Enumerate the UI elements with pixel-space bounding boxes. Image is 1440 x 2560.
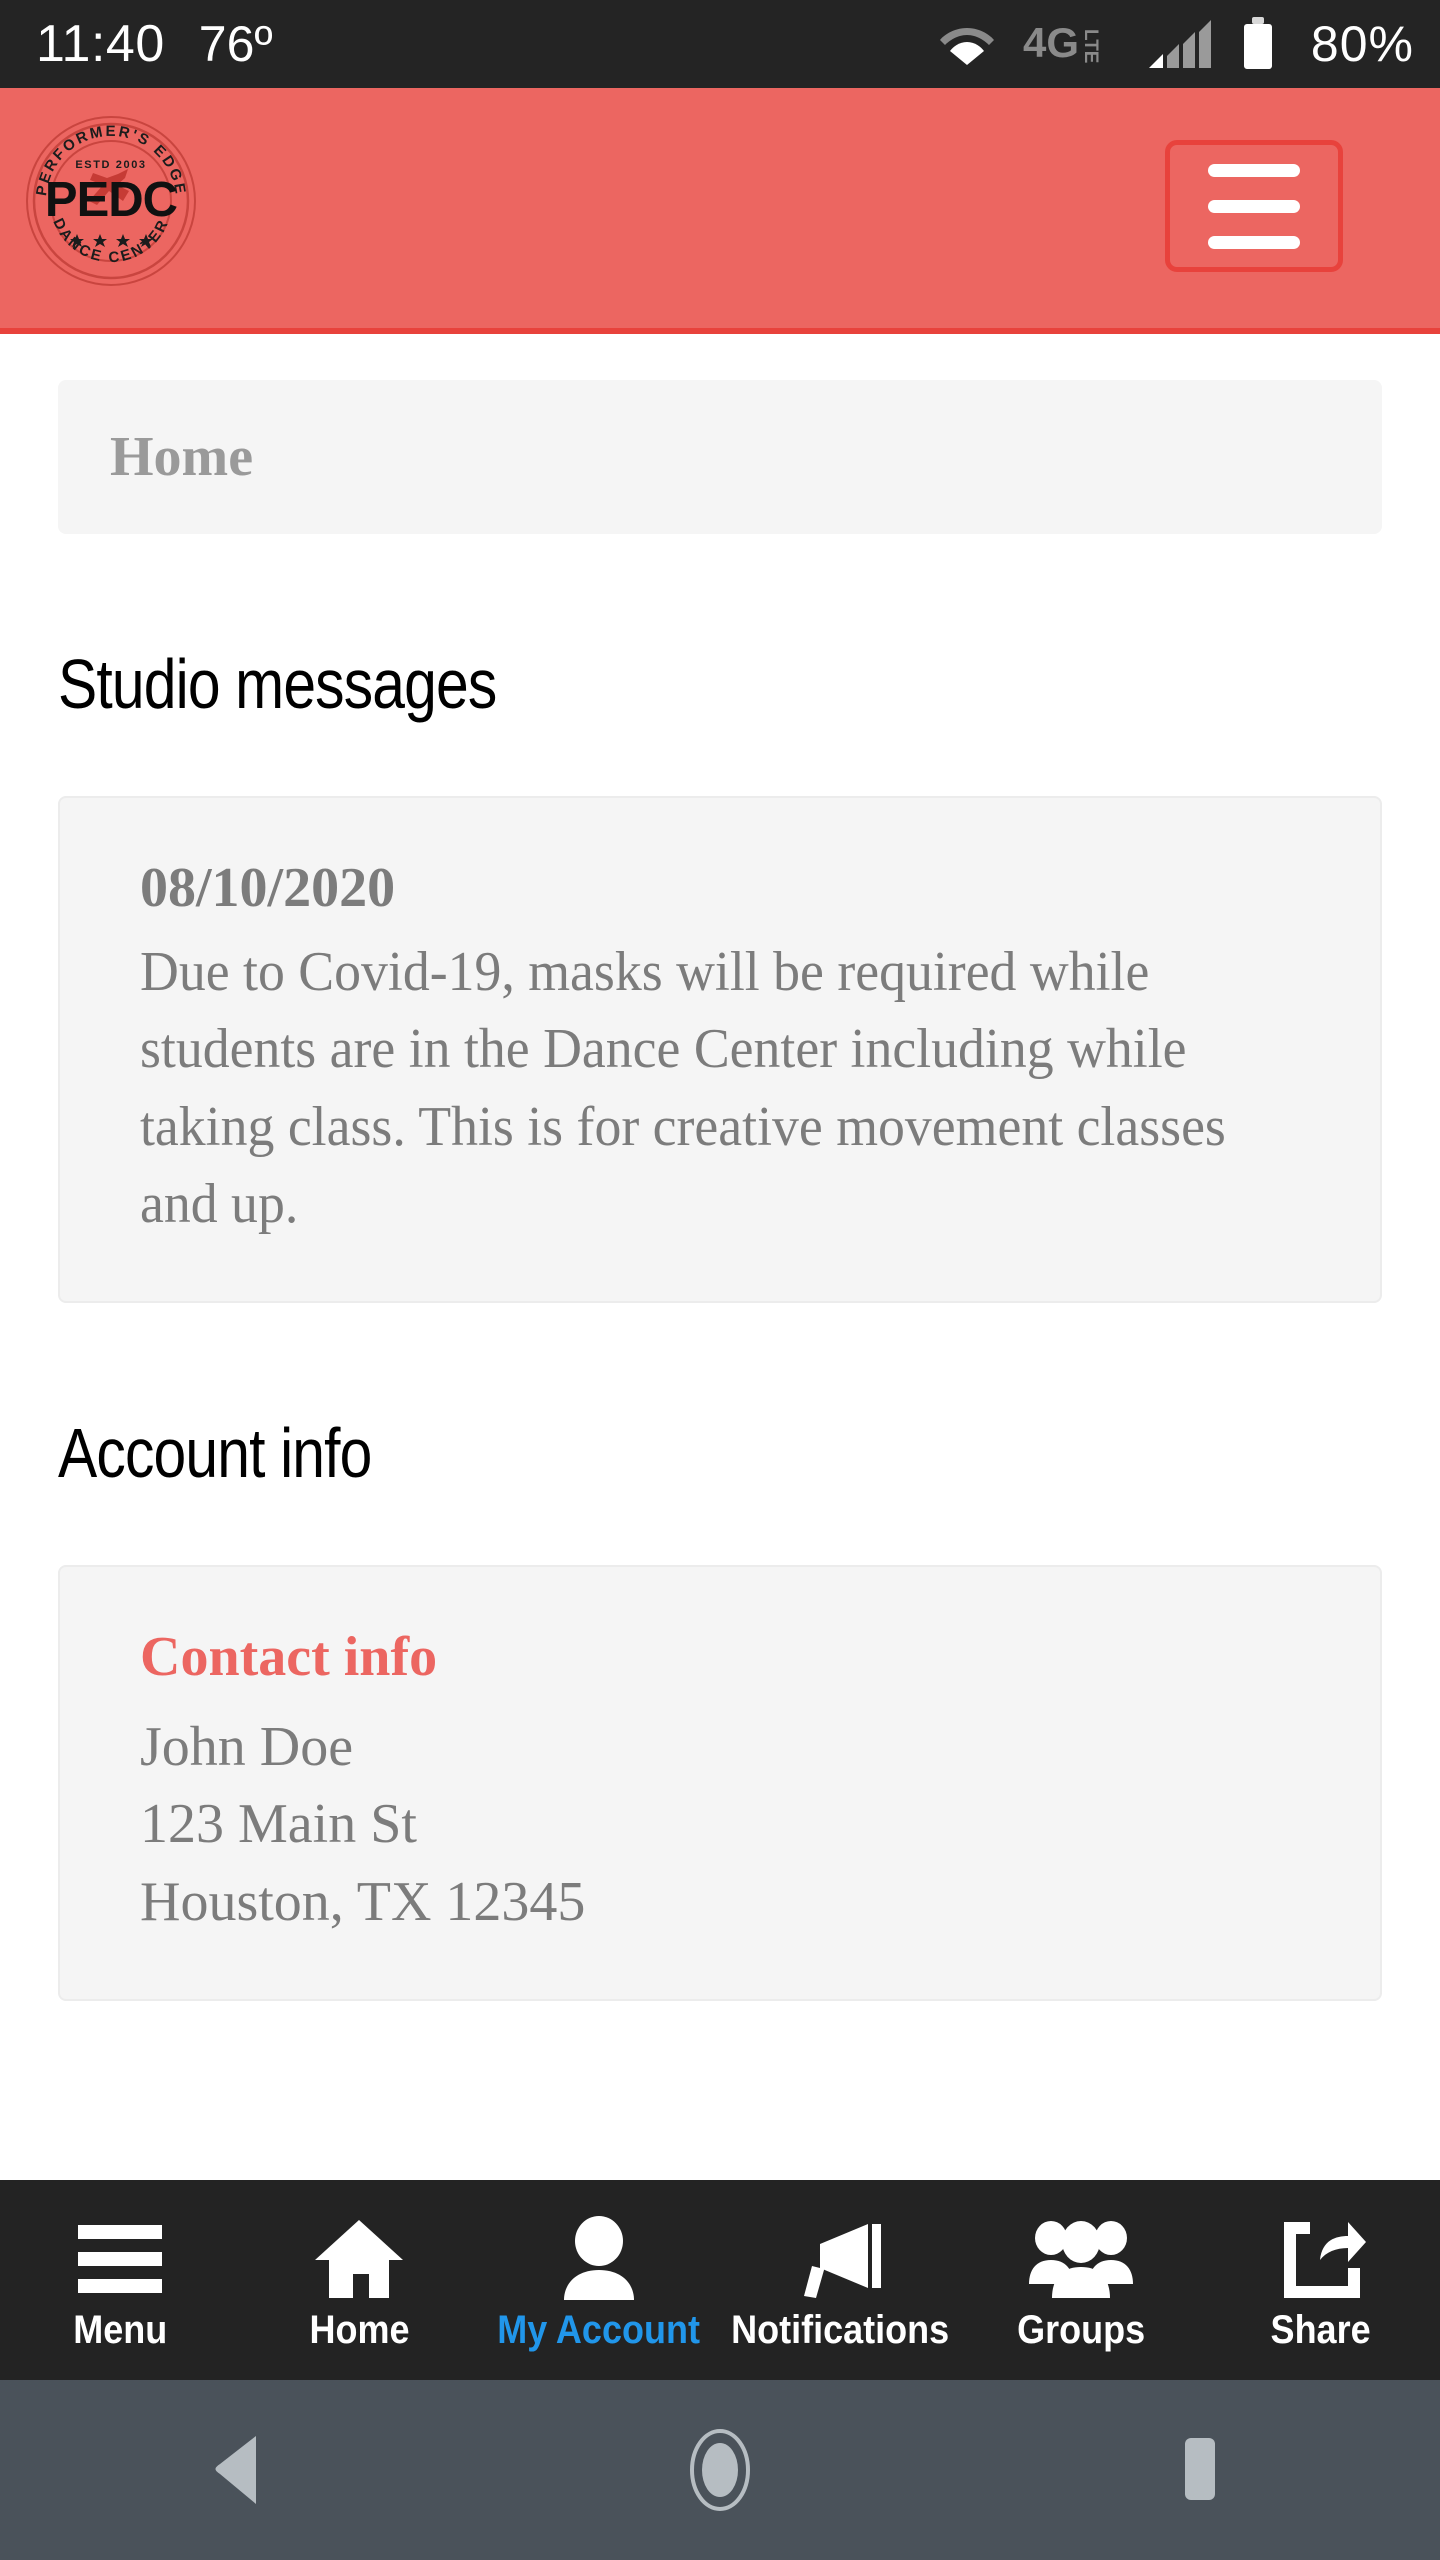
svg-text:ESTD 2003: ESTD 2003 xyxy=(75,159,146,171)
svg-text:LTE: LTE xyxy=(1080,29,1101,63)
section-title-account-info: Account info xyxy=(58,1414,372,1493)
hamburger-bar-2 xyxy=(1208,199,1300,213)
home-button[interactable] xyxy=(630,2380,810,2560)
contact-info-heading: Contact info xyxy=(140,1626,438,1689)
signal-bars-icon xyxy=(1147,18,1213,70)
svg-text:PEDC: PEDC xyxy=(45,173,178,227)
megaphone-icon xyxy=(790,2216,890,2302)
back-button[interactable] xyxy=(150,2380,330,2560)
studio-message-body: Due to Covid-19, masks will be required … xyxy=(140,941,1226,1235)
breadcrumb[interactable]: Home xyxy=(58,380,1382,534)
android-system-nav xyxy=(0,2380,1440,2560)
pedc-logo[interactable]: PERFORMER'S EDGE DANCE CENTER ESTD 2003 … xyxy=(22,112,200,290)
nav-item-menu[interactable]: Menu xyxy=(0,2180,240,2380)
hamburger-icon xyxy=(77,2216,162,2302)
contact-info-card: Contact info John Doe 123 Main St Housto… xyxy=(58,1565,1382,2001)
nav-label-groups: Groups xyxy=(1016,2307,1145,2352)
hamburger-bar-3 xyxy=(1208,235,1300,249)
nav-item-notifications[interactable]: Notifications xyxy=(719,2180,961,2380)
section-title-studio-messages: Studio messages xyxy=(58,645,497,723)
wifi-icon xyxy=(939,22,995,66)
status-bar: 11:40 76º 4G LTE 80% xyxy=(0,0,1440,88)
person-icon xyxy=(560,2215,638,2302)
share-arrow-icon xyxy=(1274,2216,1367,2302)
bottom-navigation-bar: Menu Home My Account Notifications Group… xyxy=(0,2180,1440,2380)
nav-item-home[interactable]: Home xyxy=(240,2180,480,2380)
hamburger-bar-1 xyxy=(1208,163,1300,177)
nav-item-groups[interactable]: Groups xyxy=(961,2180,1201,2380)
status-bar-right: 4G LTE 80% xyxy=(939,17,1414,71)
recents-button[interactable] xyxy=(1110,2380,1290,2560)
app-header: PERFORMER'S EDGE DANCE CENTER ESTD 2003 … xyxy=(0,88,1440,334)
phone-screen: 11:40 76º 4G LTE 80% PERFORMER'S EDGE DA… xyxy=(0,0,1440,2560)
nav-label-notifications: Notifications xyxy=(730,2307,949,2352)
main-content: Home Studio messages 08/10/2020 Due to C… xyxy=(0,334,1440,2180)
studio-message-card: 08/10/2020 Due to Covid-19, masks will b… xyxy=(58,796,1382,1304)
breadcrumb-label: Home xyxy=(110,426,254,488)
nav-label-menu: Menu xyxy=(72,2307,167,2352)
header-menu-button[interactable] xyxy=(1165,140,1343,272)
people-group-icon xyxy=(1028,2216,1134,2302)
contact-name: John Doe xyxy=(140,1716,354,1779)
house-icon xyxy=(313,2216,405,2302)
svg-text:4G: 4G xyxy=(1023,21,1079,66)
contact-street: 123 Main St xyxy=(140,1793,417,1856)
nav-label-share: Share xyxy=(1270,2307,1371,2352)
status-bar-left: 11:40 76º xyxy=(36,18,273,70)
battery-icon xyxy=(1241,17,1275,71)
studio-message-date: 08/10/2020 xyxy=(140,857,396,919)
4g-lte-icon: 4G LTE xyxy=(1023,21,1119,67)
contact-city-state-zip: Houston, TX 12345 xyxy=(140,1870,586,1933)
status-temperature: 76º xyxy=(198,16,273,72)
nav-item-my-account[interactable]: My Account xyxy=(479,2180,719,2380)
nav-label-home: Home xyxy=(309,2307,410,2352)
nav-label-my-account: My Account xyxy=(497,2307,701,2352)
nav-item-share[interactable]: Share xyxy=(1200,2180,1440,2380)
status-time: 11:40 xyxy=(36,15,165,73)
battery-percent: 80% xyxy=(1310,16,1414,72)
